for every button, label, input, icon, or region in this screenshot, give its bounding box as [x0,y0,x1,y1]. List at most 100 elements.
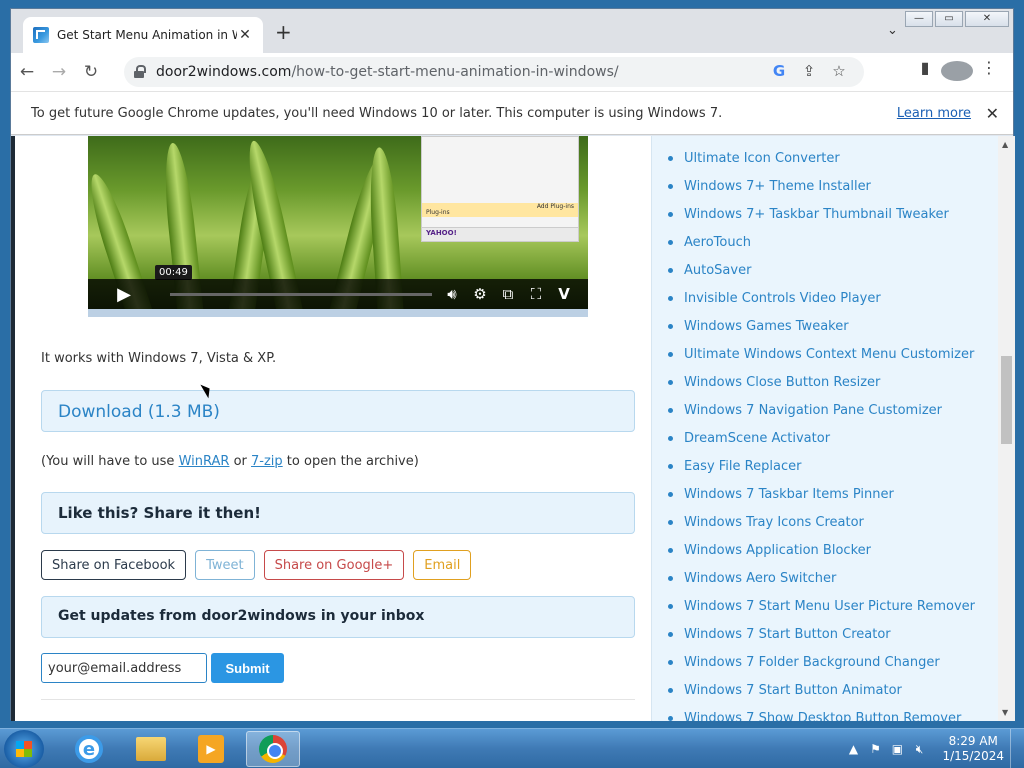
clock-date: 1/15/2024 [942,749,1004,763]
reload-icon[interactable]: ↻ [75,56,107,88]
email-share-button[interactable]: Email [413,550,472,580]
tray-expand-icon[interactable]: ▲ [842,742,864,756]
action-center-icon[interactable]: ⚑ [864,742,886,756]
updates-heading: Get updates from door2windows in your in… [41,596,635,638]
lock-icon[interactable] [134,65,146,79]
sidebar-link[interactable]: DreamScene Activator [668,424,998,452]
scroll-down-icon[interactable]: ▼ [1002,708,1008,717]
vimeo-logo-icon[interactable]: V [550,285,578,303]
sidebar-link[interactable]: Windows 7+ Theme Installer [668,172,998,200]
sidebar-link[interactable]: Windows Games Tweaker [668,312,998,340]
video-timestamp: 00:49 [155,265,192,280]
browser-window: Get Start Menu Animation in Win ✕ + ⌄ — … [10,8,1015,721]
back-arrow-icon[interactable]: ← [11,56,43,88]
archive-or: or [229,454,252,469]
share-facebook-button[interactable]: Share on Facebook [41,550,187,580]
volume-icon[interactable]: 🔊︎ [438,285,466,303]
minimize-button[interactable]: — [905,11,933,27]
tab-title: Get Start Menu Animation in Win [57,28,237,42]
taskbar-chrome[interactable] [246,731,300,767]
sidebar-link[interactable]: Windows 7 Start Menu User Picture Remove… [668,592,998,620]
settings-gear-icon[interactable]: ⚙ [466,285,494,303]
tab-search-chevron-icon[interactable]: ⌄ [887,23,898,38]
page-scrollbar[interactable]: ▲ ▼ [998,136,1015,721]
plugins-strip: Plug-ins Add Plug-ins [422,203,578,217]
taskbar-explorer[interactable] [124,731,178,767]
clock[interactable]: 8:29 AM 1/15/2024 [942,734,1004,764]
sidebar-link[interactable]: AutoSaver [668,256,998,284]
add-plugins-label: Add Plug-ins [536,203,574,210]
tweet-button[interactable]: Tweet [195,550,255,580]
bookmark-star-icon[interactable]: ☆ [824,62,854,80]
archive-suffix: to open the archive) [282,454,419,469]
sidebar-link[interactable]: AeroTouch [668,228,998,256]
share-buttons: Share on Facebook Tweet Share on Google+… [41,550,480,580]
update-infobar: To get future Google Chrome updates, you… [11,91,1013,135]
sidebar-link[interactable]: Windows 7 Start Button Creator [668,620,998,648]
volume-muted-icon[interactable]: 🔇︎ [908,742,930,757]
sidebar-link[interactable]: Windows Aero Switcher [668,564,998,592]
sidebar-link[interactable]: Windows 7 Navigation Pane Customizer [668,396,998,424]
archive-prefix: (You will have to use [41,454,179,469]
sidebar-link[interactable]: Ultimate Windows Context Menu Customizer [668,340,998,368]
plugins-label: Plug-ins [426,209,450,216]
7zip-link[interactable]: 7-zip [251,454,283,469]
infobar-close-icon[interactable]: ✕ [986,104,999,123]
start-button[interactable] [4,730,44,768]
menu-kebab-icon[interactable]: ⋮ [973,58,1005,82]
toolbar-right: ▮ ⋮ [909,58,1005,82]
learn-more-link[interactable]: Learn more [897,106,971,121]
profile-avatar[interactable] [941,58,973,82]
page-viewport: Plug-ins Add Plug-ins YAHOO! 00:49 ▶ 🔊︎ ⚙… [11,136,1015,721]
sidebar-link[interactable]: Invisible Controls Video Player [668,284,998,312]
sidebar-link[interactable]: Windows 7 Taskbar Items Pinner [668,480,998,508]
side-panel-icon[interactable]: ▮ [909,58,941,82]
sidebar-link[interactable]: Windows 7 Start Button Animator [668,676,998,704]
sidebar-link[interactable]: Windows 7+ Taskbar Thumbnail Tweaker [668,200,998,228]
address-bar[interactable]: door2windows.com/how-to-get-start-menu-a… [124,57,864,87]
scroll-up-icon[interactable]: ▲ [1002,140,1008,149]
taskbar-media-player[interactable]: ▶ [184,731,238,767]
submit-button[interactable]: Submit [211,653,284,683]
fullscreen-icon[interactable]: ⛶ [522,285,550,303]
tab-close-icon[interactable]: ✕ [237,27,253,43]
sidebar-link[interactable]: Easy File Replacer [668,452,998,480]
download-button[interactable]: Download (1.3 MB) [41,390,635,432]
share-heading: Like this? Share it then! [41,492,635,534]
chrome-icon [259,735,287,763]
system-tray: ▲ ⚑ ▣ 🔇︎ 8:29 AM 1/15/2024 [842,729,1004,768]
page-left-border [11,136,15,721]
google-translate-icon[interactable]: G [764,62,794,80]
sidebar-list: Ultimate Icon Converter Windows 7+ Theme… [652,136,998,722]
tab-strip: Get Start Menu Animation in Win ✕ + ⌄ — … [11,9,1013,53]
new-tab-button[interactable]: + [275,22,292,42]
video-progress-track[interactable] [170,293,432,296]
show-desktop-button[interactable] [1010,729,1024,768]
window-close-button[interactable]: ✕ [965,11,1009,27]
taskbar-ie[interactable]: e [62,731,116,767]
sidebar-link[interactable]: Windows 7 Folder Background Changer [668,648,998,676]
forward-arrow-icon[interactable]: → [43,56,75,88]
email-input[interactable] [41,653,207,683]
browser-tab[interactable]: Get Start Menu Animation in Win ✕ [23,17,263,53]
sidebar-link[interactable]: Windows Application Blocker [668,536,998,564]
share-google-button[interactable]: Share on Google+ [263,550,405,580]
url-host: door2windows.com [156,64,292,80]
play-icon[interactable]: ▶ [96,279,152,309]
video-player[interactable]: Plug-ins Add Plug-ins YAHOO! 00:49 ▶ 🔊︎ ⚙… [88,136,588,317]
folder-icon [136,737,166,761]
network-icon[interactable]: ▣ [886,742,908,756]
maximize-button[interactable]: ▭ [935,11,963,27]
winrar-link[interactable]: WinRAR [179,454,230,469]
sidebar-link[interactable]: Windows Tray Icons Creator [668,508,998,536]
yahoo-logo: YAHOO! [426,229,457,237]
share-icon[interactable]: ⇪ [794,62,824,80]
sidebar-link[interactable]: Windows 7 Show Desktop Button Remover [668,704,998,722]
sidebar-link[interactable]: Windows Close Button Resizer [668,368,998,396]
site-favicon-icon [33,27,49,43]
sidebar-link[interactable]: Ultimate Icon Converter [668,144,998,172]
video-screenshot-panel: Plug-ins Add Plug-ins YAHOO! [421,136,579,242]
url-path: /how-to-get-start-menu-animation-in-wind… [291,64,619,80]
scrollbar-thumb[interactable] [1001,356,1012,444]
picture-in-picture-icon[interactable]: ⧉ [494,285,522,303]
